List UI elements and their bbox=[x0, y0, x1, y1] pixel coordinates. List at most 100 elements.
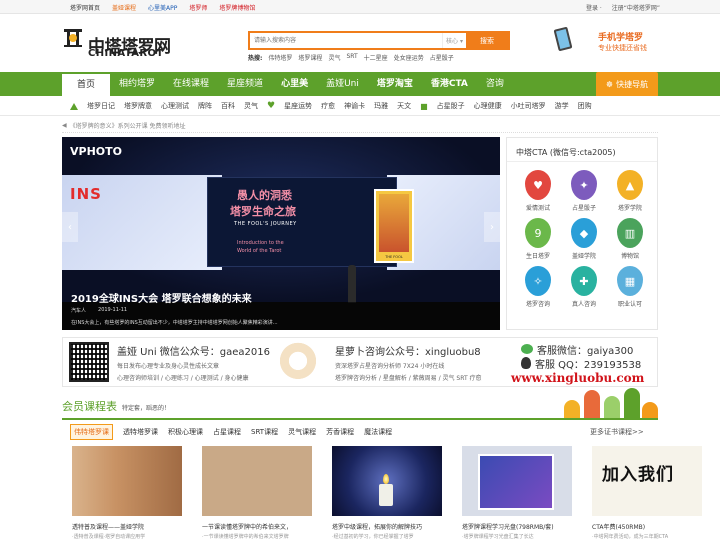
cta-item[interactable]: ◆ 盖娅学院 bbox=[561, 218, 607, 260]
subnav-item[interactable]: 天文 bbox=[397, 101, 411, 111]
speaker-icon: ◀ bbox=[62, 122, 67, 129]
dvd-box-icon bbox=[478, 454, 554, 510]
nav-item-consult[interactable]: 咨询 bbox=[477, 72, 513, 96]
course-card[interactable]: 一节课读懂塔罗牌中的希伯来文， ·一节课读懂塔罗牌中的希伯来文塔罗牌 bbox=[202, 446, 312, 540]
login-link[interactable]: 登录 · bbox=[586, 3, 602, 12]
hot-search-item[interactable]: 灵气 bbox=[328, 53, 340, 62]
subnav-item[interactable]: 小吐司塔罗 bbox=[511, 101, 546, 111]
tab-srt[interactable]: SRT课程 bbox=[251, 427, 278, 437]
cta-item[interactable]: ✦ 占星骰子 bbox=[561, 170, 607, 212]
search-input[interactable] bbox=[250, 33, 442, 48]
tab-waite-tarot[interactable]: 伟特塔罗课 bbox=[70, 424, 113, 440]
cta-item-label: 占星骰子 bbox=[571, 205, 596, 212]
quick-nav-button[interactable]: ☸ 快捷导航 bbox=[596, 72, 658, 96]
top-link-tarot-master[interactable]: 塔罗师 bbox=[189, 3, 207, 12]
tab-thoth-tarot[interactable]: 透特塔罗课 bbox=[123, 427, 158, 437]
subnav-item[interactable]: 星座运势 bbox=[284, 101, 312, 111]
subnav-item[interactable]: 神谕卡 bbox=[344, 101, 365, 111]
hot-search-item[interactable]: 占星骰子 bbox=[430, 53, 454, 62]
course-tabs: 伟特塔罗课 透特塔罗课 积极心理课 占星课程 SRT课程 灵气课程 芳香课程 魔… bbox=[70, 424, 392, 440]
tab-astrology[interactable]: 占星课程 bbox=[213, 427, 241, 437]
nav-item-hk-cta[interactable]: 香港CTA bbox=[422, 72, 477, 96]
xlb-title: 星萝卜咨询公众号：xingluobu8 bbox=[335, 347, 481, 358]
nav-item-online-course[interactable]: 在线课程 bbox=[164, 72, 218, 96]
top-link-home[interactable]: 塔罗网首页 bbox=[70, 3, 100, 12]
course-card[interactable]: 塔罗中级课程，拓展你的解牌技巧 ·经过基初的学习，你已经掌握了塔罗 bbox=[332, 446, 442, 540]
slider-next-button[interactable]: › bbox=[484, 212, 500, 242]
nav-item-taobao[interactable]: 塔罗淘宝 bbox=[368, 72, 422, 96]
subnav-item[interactable]: 牌阵 bbox=[198, 101, 212, 111]
cta-item[interactable]: ▦ 职业认可 bbox=[607, 266, 653, 308]
tab-aroma[interactable]: 芳香课程 bbox=[326, 427, 354, 437]
subnav-item[interactable]: 心理健康 bbox=[474, 101, 502, 111]
carrot-mascot-icon bbox=[279, 342, 317, 384]
compass-icon: ☸ bbox=[605, 79, 614, 89]
hot-search-item[interactable]: SRT bbox=[346, 53, 357, 62]
announcement[interactable]: ◀ 《塔罗牌的意义》系列公开课 免费领听地址 bbox=[62, 121, 186, 130]
tab-reiki[interactable]: 灵气课程 bbox=[288, 427, 316, 437]
screen-english: THE FOOL'S JOURNEY bbox=[234, 221, 297, 227]
subnav-item[interactable]: 玛雅 bbox=[374, 101, 388, 111]
nav-item-home[interactable]: 首页 bbox=[62, 72, 111, 96]
top-link-museum[interactable]: 塔罗牌博物馆 bbox=[219, 3, 255, 12]
logo-text-en: CHINATAROT bbox=[88, 48, 164, 59]
graduation-cap-icon: ▲ bbox=[617, 170, 643, 200]
hot-search-item[interactable]: 塔罗课程 bbox=[298, 53, 322, 62]
course-card[interactable]: 塔罗牌课程学习光盘(798RMB/套) ·塔罗牌课程学习光盘汇集了长达 bbox=[462, 446, 572, 540]
subnav-item[interactable]: 心理测试 bbox=[161, 101, 189, 111]
cta-item[interactable]: ✚ 真人咨询 bbox=[561, 266, 607, 308]
site-logo[interactable]: 中塔塔罗网 CHINATAROT bbox=[62, 18, 172, 59]
hot-search-item[interactable]: 十二星座 bbox=[364, 53, 388, 62]
phone-icon bbox=[553, 26, 573, 52]
hot-search-label: 热搜: bbox=[248, 55, 263, 62]
tab-magic[interactable]: 魔法课程 bbox=[364, 427, 392, 437]
cta-item[interactable]: 9 生日塔罗 bbox=[515, 218, 561, 260]
divider bbox=[62, 132, 658, 133]
nav-item-xinlimei[interactable]: 心里美 bbox=[272, 72, 317, 96]
cta-item[interactable]: ▥ 博物馆 bbox=[607, 218, 653, 260]
service-qq[interactable]: 客服 QQ：239193538 bbox=[535, 356, 641, 371]
subnav-item[interactable]: 百科 bbox=[221, 101, 235, 111]
course-thumbnail bbox=[332, 446, 442, 516]
nav-item-meet-tarot[interactable]: 相约塔罗 bbox=[110, 72, 164, 96]
hot-search-item[interactable]: 处女座运势 bbox=[394, 53, 424, 62]
course-section-subtitle: 特定套，蹈恶的！ bbox=[122, 405, 171, 412]
slide-title[interactable]: 2019全球INS大会 塔罗联合想象的未来 bbox=[71, 290, 252, 305]
course-card[interactable]: 透特普及课程——盖娅学院 ·透特普及课程·塔罗自动课应用学 bbox=[72, 446, 182, 540]
course-summary: ·塔罗牌课程学习光盘汇集了长达 bbox=[462, 534, 534, 540]
subnav-item[interactable]: 塔罗日记 bbox=[87, 101, 115, 111]
top-link-gaea-course[interactable]: 盖娅课程 bbox=[112, 3, 136, 12]
search-scope-select[interactable]: 核心 ▾ bbox=[442, 33, 466, 48]
subnav-item[interactable]: 团购 bbox=[578, 101, 592, 111]
nav-item-horoscope[interactable]: 星座频道 bbox=[218, 72, 272, 96]
more-courses-link[interactable]: 更多证书课程>> bbox=[590, 427, 644, 437]
subnav-item[interactable]: 游学 bbox=[555, 101, 569, 111]
slide-meta: 汽车人 2019-11-11 bbox=[71, 307, 127, 314]
cta-panel: 中塔CTA (微信号:cta2005) ♥ 爱情测试 ✦ 占星骰子 ▲ 塔罗学院 9 生日塔罗… bbox=[506, 137, 658, 330]
search-button[interactable]: 搜索 bbox=[466, 33, 508, 48]
cta-item[interactable]: ✧ 塔罗咨询 bbox=[515, 266, 561, 308]
tab-positive-psychology[interactable]: 积极心理课 bbox=[168, 427, 203, 437]
register-link[interactable]: 注册“中塔塔罗网” bbox=[612, 3, 660, 12]
subnav-item[interactable]: 塔罗牌意 bbox=[124, 101, 152, 111]
site-url[interactable]: www.xingluobu.com bbox=[511, 371, 644, 385]
course-card[interactable]: 加入我们 CTA年费(450RMB) ·中塔网年费活动，成为三年期CTA bbox=[592, 446, 702, 540]
top-link-app[interactable]: 心里美APP bbox=[148, 3, 177, 12]
hot-search-item[interactable]: 伟特塔罗 bbox=[268, 53, 292, 62]
subnav-item[interactable]: 占星骰子 bbox=[437, 101, 465, 111]
service-wechat[interactable]: 客服微信：gaiya300 bbox=[537, 342, 633, 357]
screen-intro-1: Introduction to the bbox=[237, 240, 284, 246]
cta-item-label: 盖娅学院 bbox=[571, 253, 596, 260]
slider-prev-button[interactable]: ‹ bbox=[62, 212, 78, 242]
hot-search: 热搜: 伟特塔罗 塔罗课程 灵气 SRT 十二星座 处女座运势 占星骰子 bbox=[248, 53, 454, 62]
cta-item[interactable]: ♥ 爱情测试 bbox=[515, 170, 561, 212]
nav-item-gaea-uni[interactable]: 盖娅Uni bbox=[317, 72, 368, 96]
hero-slider[interactable]: VPHOTO INS 愚人的洞悉 塔罗生命之旅 THE FOOL'S JOURN… bbox=[62, 137, 500, 330]
cta-item[interactable]: ▲ 塔罗学院 bbox=[607, 170, 653, 212]
logo-emblem-icon bbox=[64, 29, 82, 47]
mobile-promo[interactable]: 手机学塔罗 专业快捷还省钱 bbox=[553, 26, 660, 54]
course-thumbnail bbox=[202, 446, 312, 516]
course-title: 一节课读懂塔罗牌中的希伯来文， bbox=[202, 524, 293, 531]
subnav-item[interactable]: 疗愈 bbox=[321, 101, 335, 111]
subnav-item[interactable]: 灵气 bbox=[244, 101, 258, 111]
